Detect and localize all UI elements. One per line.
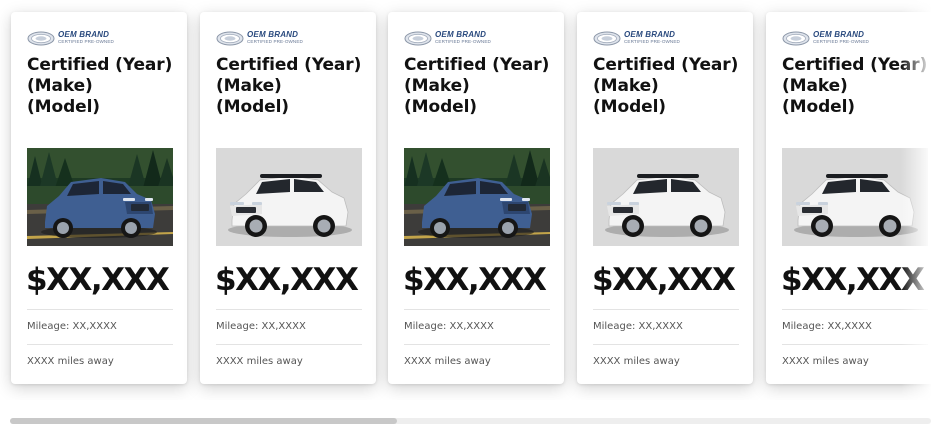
brand-name: OEM BRAND	[624, 30, 676, 40]
brand-name: OEM BRAND	[247, 30, 299, 40]
carousel-scrollbar[interactable]	[10, 418, 931, 424]
brand-subtitle: CERTIFIED PRE-OWNED	[58, 39, 114, 45]
vehicle-title[interactable]: Certified (Year) (Make) (Model)	[404, 55, 560, 118]
vehicle-title[interactable]: Certified (Year) (Make) (Model)	[27, 55, 183, 118]
brand-subtitle: CERTIFIED PRE-OWNED	[435, 39, 491, 45]
divider	[782, 309, 928, 310]
vehicle-distance: XXXX miles away	[216, 356, 303, 367]
brand-name: OEM BRAND	[435, 30, 487, 40]
divider	[27, 309, 173, 310]
divider	[404, 309, 550, 310]
divider	[593, 344, 739, 345]
brand-subtitle: CERTIFIED PRE-OWNED	[813, 39, 869, 45]
white-suv-studio-photo[interactable]	[216, 148, 362, 246]
vehicle-mileage: Mileage: XX,XXXX	[404, 321, 494, 332]
blue-suv-forest-photo[interactable]	[404, 148, 550, 246]
vehicle-title[interactable]: Certified (Year) (Make) (Model)	[593, 55, 749, 118]
divider	[782, 344, 928, 345]
divider	[216, 309, 362, 310]
oval-brand-logo-icon	[216, 31, 244, 46]
brand-header: OEM BRAND CERTIFIED PRE-OWNED	[216, 29, 303, 47]
vehicle-price: $XX,XXX	[403, 262, 547, 298]
vehicle-mileage: Mileage: XX,XXXX	[27, 321, 117, 332]
vehicle-title[interactable]: Certified (Year) (Make) (Model)	[216, 55, 372, 118]
brand-subtitle: CERTIFIED PRE-OWNED	[247, 39, 303, 45]
vehicle-distance: XXXX miles away	[404, 356, 491, 367]
oval-brand-logo-icon	[782, 31, 810, 46]
vehicle-distance: XXXX miles away	[593, 356, 680, 367]
oval-brand-logo-icon	[404, 31, 432, 46]
divider	[404, 344, 550, 345]
vehicle-mileage: Mileage: XX,XXXX	[216, 321, 306, 332]
brand-name: OEM BRAND	[813, 30, 865, 40]
vehicle-distance: XXXX miles away	[782, 356, 869, 367]
vehicle-price: $XX,XXX	[26, 262, 170, 298]
vehicle-card[interactable]: OEM BRAND CERTIFIED PRE-OWNED Certified …	[11, 12, 187, 384]
divider	[216, 344, 362, 345]
vehicle-card[interactable]: OEM BRAND CERTIFIED PRE-OWNED Certified …	[388, 12, 564, 384]
vehicle-price: $XX,XXX	[215, 262, 359, 298]
vehicle-card[interactable]: OEM BRAND CERTIFIED PRE-OWNED Certified …	[766, 12, 931, 384]
vehicle-card[interactable]: OEM BRAND CERTIFIED PRE-OWNED Certified …	[200, 12, 376, 384]
oval-brand-logo-icon	[593, 31, 621, 46]
blue-suv-forest-photo[interactable]	[27, 148, 173, 246]
carousel-track: OEM BRAND CERTIFIED PRE-OWNED Certified …	[0, 0, 931, 400]
scrollbar-thumb[interactable]	[10, 418, 397, 424]
brand-header: OEM BRAND CERTIFIED PRE-OWNED	[782, 29, 869, 47]
vehicle-card[interactable]: OEM BRAND CERTIFIED PRE-OWNED Certified …	[577, 12, 753, 384]
brand-header: OEM BRAND CERTIFIED PRE-OWNED	[27, 29, 114, 47]
brand-subtitle: CERTIFIED PRE-OWNED	[624, 39, 680, 45]
vehicle-title[interactable]: Certified (Year) (Make) (Model)	[782, 55, 931, 118]
divider	[27, 344, 173, 345]
vehicle-price: $XX,XXX	[592, 262, 736, 298]
vehicle-price: $XX,XXX	[781, 262, 925, 298]
divider	[593, 309, 739, 310]
white-suv-studio-photo[interactable]	[593, 148, 739, 246]
brand-header: OEM BRAND CERTIFIED PRE-OWNED	[404, 29, 491, 47]
oval-brand-logo-icon	[27, 31, 55, 46]
carousel-viewport[interactable]: OEM BRAND CERTIFIED PRE-OWNED Certified …	[0, 0, 931, 400]
brand-name: OEM BRAND	[58, 30, 110, 40]
vehicle-mileage: Mileage: XX,XXXX	[593, 321, 683, 332]
vehicle-mileage: Mileage: XX,XXXX	[782, 321, 872, 332]
white-suv-studio-photo[interactable]	[782, 148, 928, 246]
brand-header: OEM BRAND CERTIFIED PRE-OWNED	[593, 29, 680, 47]
vehicle-distance: XXXX miles away	[27, 356, 114, 367]
